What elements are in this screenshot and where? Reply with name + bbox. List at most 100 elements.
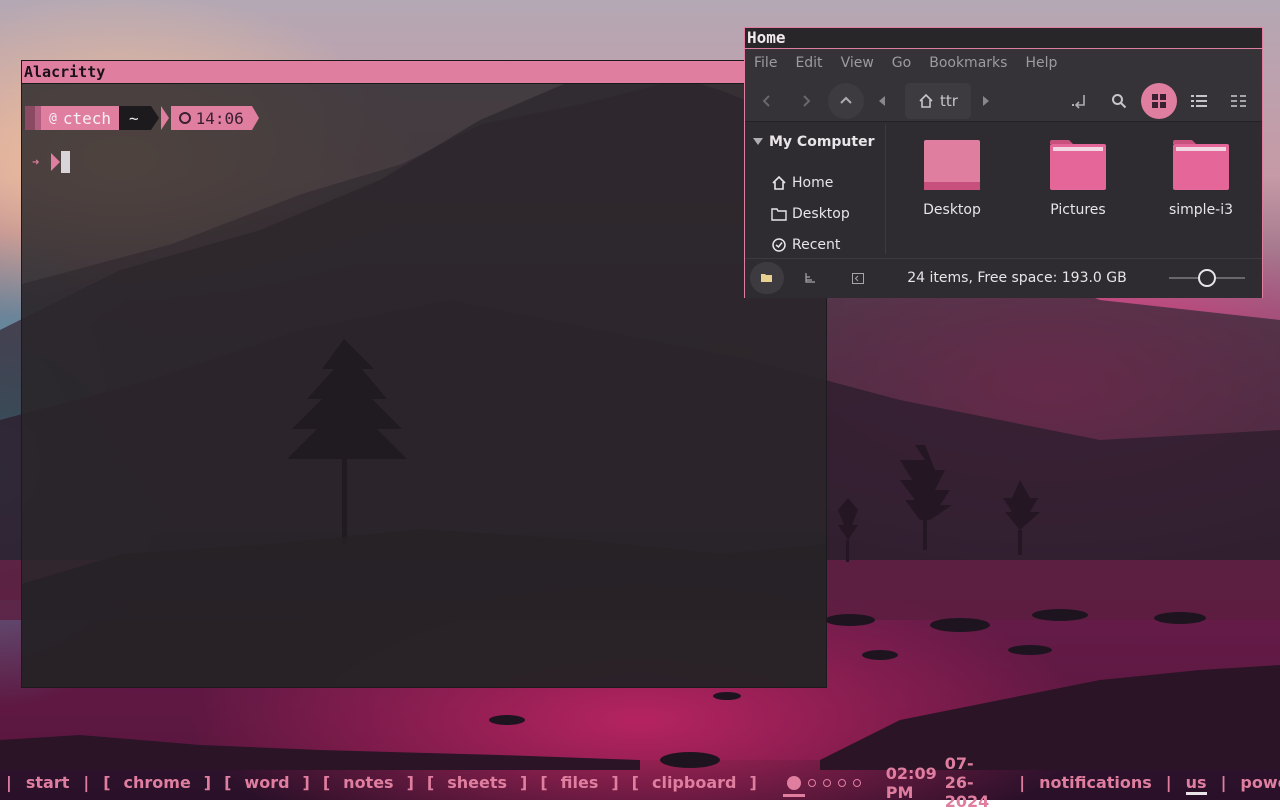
bracket: ] bbox=[520, 773, 528, 792]
sidebar-item-label: Desktop bbox=[792, 206, 850, 222]
separator: | bbox=[1019, 773, 1026, 792]
debian-icon: @ bbox=[49, 110, 57, 126]
app-sheets[interactable]: sheets bbox=[447, 773, 507, 792]
sidebar-section-label: My Computer bbox=[769, 134, 875, 150]
file-item-simple-i3[interactable]: simple-i3 bbox=[1146, 138, 1256, 218]
prompt-dir: ~ bbox=[129, 108, 139, 128]
separator: | bbox=[1165, 773, 1172, 792]
workspace-1[interactable] bbox=[786, 775, 801, 790]
menu-go[interactable]: Go bbox=[883, 55, 920, 71]
prompt-caret-icon bbox=[51, 153, 61, 171]
sidebar-item-label: Recent bbox=[792, 237, 841, 253]
file-manager-title: Home bbox=[745, 28, 1262, 49]
file-manager-window[interactable]: Home File Edit View Go Bookmarks Help tt… bbox=[744, 27, 1263, 298]
compact-view-icon bbox=[1231, 95, 1246, 107]
bracket: ] bbox=[611, 773, 619, 792]
file-grid: Desktop Pictures simple-i3 bbox=[886, 124, 1262, 254]
icon-view-button[interactable] bbox=[1141, 83, 1177, 119]
chevron-up-icon bbox=[840, 96, 852, 104]
menu-file[interactable]: File bbox=[745, 55, 786, 71]
separator: | bbox=[1220, 773, 1227, 792]
prompt-time-segment: 14:06 bbox=[170, 106, 252, 130]
hide-sidebar-button[interactable] bbox=[845, 262, 871, 294]
file-item-label: simple-i3 bbox=[1168, 202, 1234, 218]
app-clipboard[interactable]: clipboard bbox=[652, 773, 737, 792]
file-item-pictures[interactable]: Pictures bbox=[1023, 138, 1133, 218]
app-files[interactable]: files bbox=[561, 773, 599, 792]
prompt-user-segment: @ ctech bbox=[41, 106, 119, 130]
status-text: 24 items, Free space: 193.0 GB bbox=[907, 270, 1127, 286]
notifications-button[interactable]: notifications bbox=[1039, 773, 1152, 792]
status-bar: 24 items, Free space: 193.0 GB bbox=[745, 258, 1262, 298]
menu-help[interactable]: Help bbox=[1016, 55, 1066, 71]
workspace-5[interactable] bbox=[852, 778, 861, 787]
back-button[interactable] bbox=[749, 83, 785, 119]
compact-view-button[interactable] bbox=[1221, 83, 1257, 119]
separator: | bbox=[83, 773, 90, 792]
up-button[interactable] bbox=[828, 83, 864, 119]
location-next-button[interactable] bbox=[973, 83, 999, 119]
chevron-right-icon bbox=[803, 95, 811, 107]
prompt-end-arrow bbox=[251, 106, 259, 130]
location-prev-button[interactable] bbox=[869, 83, 895, 119]
recent-clock-icon bbox=[772, 238, 786, 252]
workspace-3[interactable] bbox=[822, 778, 831, 787]
bracket: ] bbox=[749, 773, 757, 792]
text-cursor bbox=[61, 151, 71, 173]
menu-bar: File Edit View Go Bookmarks Help bbox=[745, 49, 1262, 77]
app-chrome[interactable]: chrome bbox=[124, 773, 191, 792]
terminal-window[interactable]: Alacritty @ ctech ~ 14:06 ➜ bbox=[21, 60, 827, 688]
forward-button[interactable] bbox=[788, 83, 824, 119]
zoom-slider[interactable] bbox=[1169, 269, 1245, 287]
tree-view-icon bbox=[805, 273, 815, 283]
location-breadcrumb-home[interactable]: ttr bbox=[905, 83, 971, 119]
clock-time: 02:09 PM bbox=[885, 763, 937, 802]
workspace-2[interactable] bbox=[807, 778, 816, 787]
bracket: [ bbox=[322, 773, 331, 792]
bracket: ] bbox=[406, 773, 414, 792]
bracket: [ bbox=[631, 773, 639, 792]
prompt-time: 14:06 bbox=[195, 108, 244, 128]
folder-icon bbox=[1050, 140, 1106, 190]
sidebar-section-my-computer[interactable]: My Computer bbox=[753, 134, 875, 150]
search-icon bbox=[1112, 94, 1127, 109]
chevron-left-icon bbox=[762, 95, 770, 107]
shell-prompt: @ ctech ~ 14:06 bbox=[25, 106, 259, 130]
app-word[interactable]: word bbox=[244, 773, 289, 792]
keyboard-layout-button[interactable]: us bbox=[1185, 771, 1207, 795]
terminal-background-art bbox=[22, 84, 826, 687]
bracket: ] bbox=[302, 773, 310, 792]
bracket: [ bbox=[224, 773, 232, 792]
search-button[interactable] bbox=[1101, 83, 1137, 119]
status-bar-bottom: | start | [ chrome ] [ word ] [ notes ] … bbox=[0, 754, 1280, 811]
toolbar: ttr bbox=[745, 77, 1262, 122]
app-notes[interactable]: notes bbox=[343, 773, 393, 792]
menu-view[interactable]: View bbox=[832, 55, 883, 71]
bracket: [ bbox=[103, 773, 111, 792]
file-item-desktop[interactable]: Desktop bbox=[897, 138, 1007, 218]
toggle-location-button[interactable] bbox=[1061, 83, 1097, 119]
zoom-slider-knob[interactable] bbox=[1198, 269, 1216, 287]
show-tree-button[interactable] bbox=[797, 262, 823, 294]
desktop-folder-icon bbox=[924, 140, 980, 190]
home-icon bbox=[772, 175, 786, 190]
folder-icon bbox=[1173, 140, 1229, 190]
sidebar-item-label: Home bbox=[792, 175, 834, 191]
menu-edit[interactable]: Edit bbox=[786, 55, 831, 71]
sidebar-toggle-icon bbox=[852, 272, 864, 284]
sidebar-item-recent[interactable]: Recent bbox=[771, 237, 840, 253]
location-label: ttr bbox=[940, 92, 958, 110]
list-view-button[interactable] bbox=[1181, 83, 1217, 119]
prompt-separator-3 bbox=[160, 106, 169, 130]
bracket: [ bbox=[426, 773, 435, 792]
power-button[interactable]: power bbox=[1240, 773, 1280, 792]
sidebar-item-home[interactable]: Home bbox=[771, 175, 833, 191]
prompt-dir-segment: ~ bbox=[119, 106, 151, 130]
workspace-indicator bbox=[782, 765, 868, 800]
show-places-button[interactable] bbox=[750, 262, 784, 294]
menu-bookmarks[interactable]: Bookmarks bbox=[920, 55, 1016, 71]
command-line[interactable]: ➜ bbox=[32, 151, 71, 173]
workspace-4[interactable] bbox=[837, 778, 846, 787]
start-button[interactable]: start bbox=[26, 773, 70, 792]
sidebar-item-desktop[interactable]: Desktop bbox=[771, 206, 850, 222]
